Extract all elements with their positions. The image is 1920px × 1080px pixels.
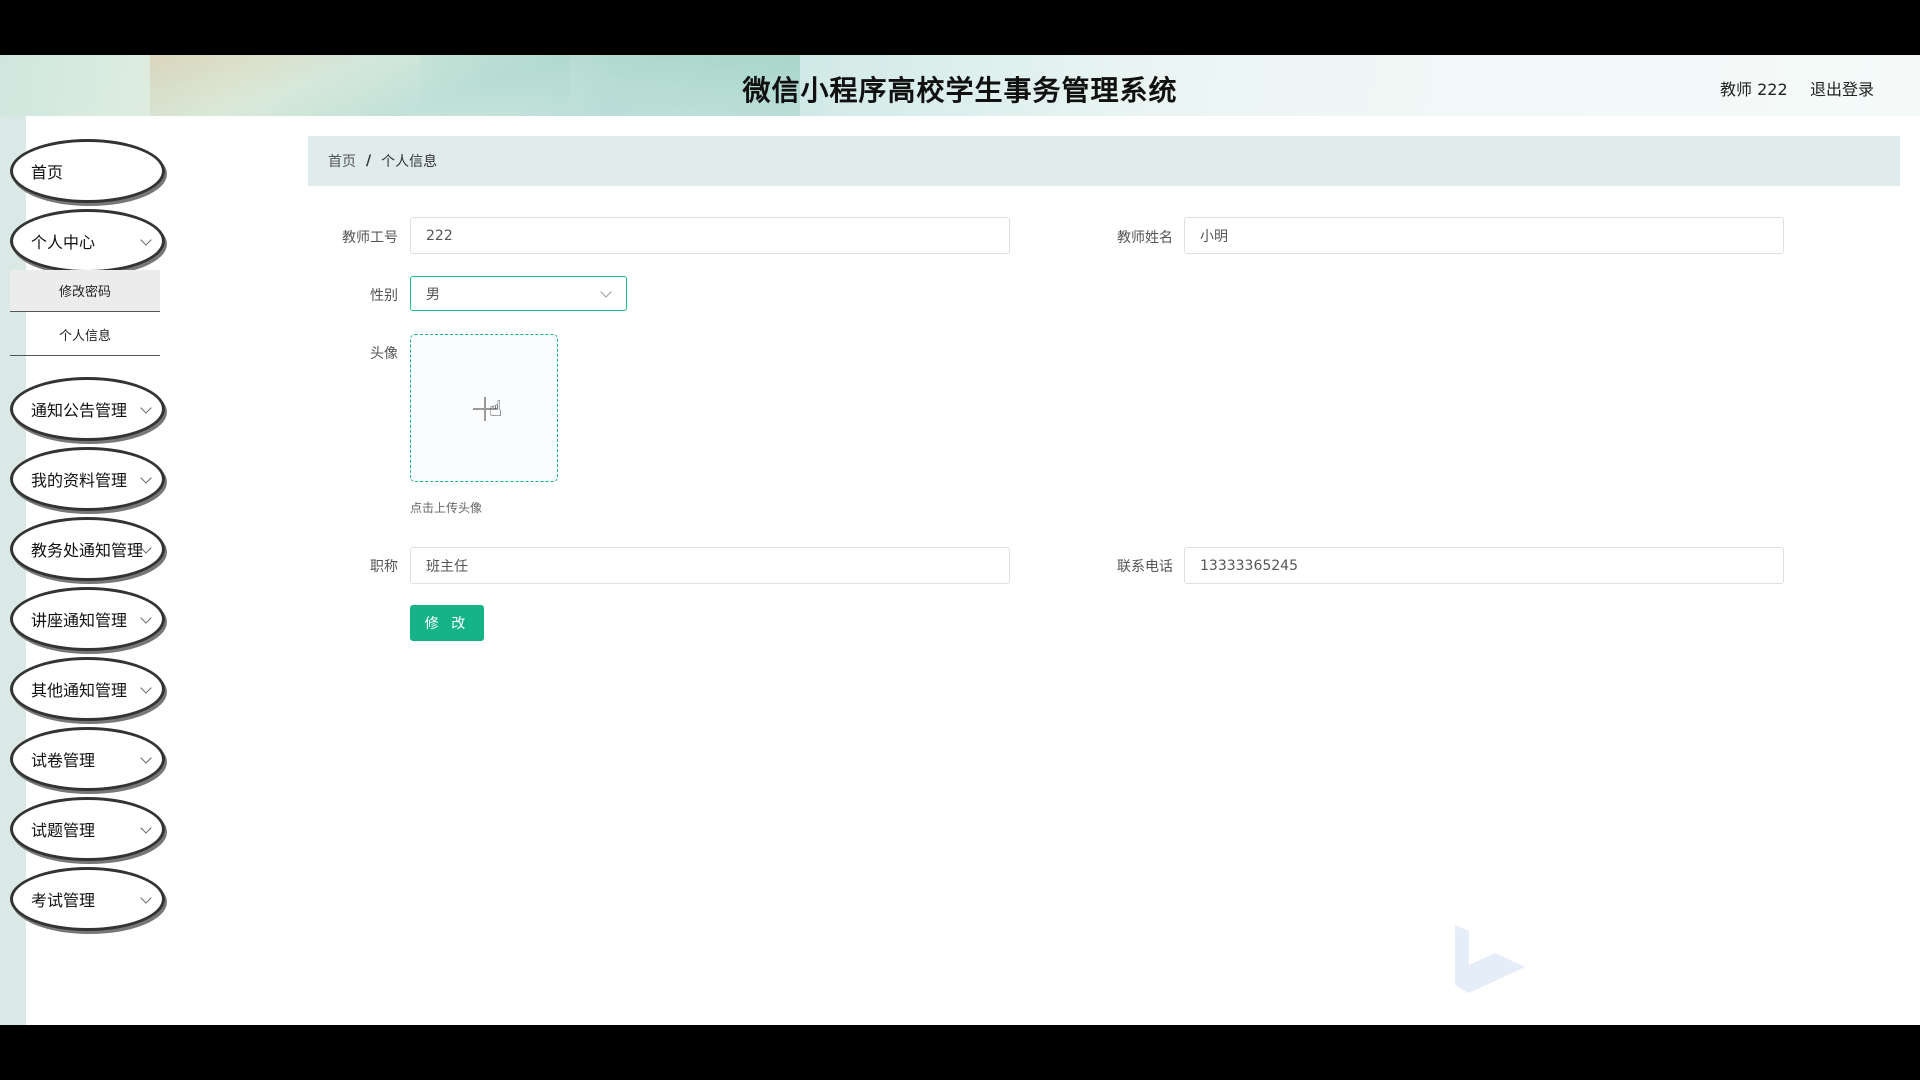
breadcrumb-home[interactable]: 首页 bbox=[328, 151, 356, 171]
sidebar-item-label: 教务处通知管理 bbox=[31, 541, 144, 560]
sidebar-item-questions[interactable]: 试题管理 bbox=[10, 797, 165, 861]
breadcrumb-current: 个人信息 bbox=[381, 154, 438, 170]
current-user: 教师 222 bbox=[1720, 80, 1788, 99]
bing-logo-icon bbox=[1455, 925, 1525, 993]
pointer-cursor-icon: ☝ bbox=[489, 397, 503, 422]
sidebar-item-label: 考试管理 bbox=[31, 891, 96, 910]
sidebar-item-label: 我的资料管理 bbox=[31, 471, 128, 490]
teacher-name-label: 教师姓名 bbox=[1117, 230, 1173, 246]
submenu-change-password[interactable]: 修改密码 bbox=[10, 270, 160, 312]
sidebar-item-home[interactable]: 首页 bbox=[10, 139, 165, 203]
sidebar-item-label: 个人中心 bbox=[31, 233, 96, 252]
top-header: 微信小程序高校学生事务管理系统 教师 222 退出登录 bbox=[0, 55, 1920, 116]
avatar-upload[interactable]: ☝ bbox=[410, 334, 558, 482]
sidebar-item-exams[interactable]: 考试管理 bbox=[10, 867, 165, 931]
app-title: 微信小程序高校学生事务管理系统 bbox=[742, 74, 1178, 107]
chevron-down-icon bbox=[140, 892, 152, 904]
gender-label: 性别 bbox=[370, 288, 398, 304]
sidebar-item-label: 讲座通知管理 bbox=[31, 611, 128, 630]
breadcrumb-separator: / bbox=[366, 153, 372, 169]
chevron-down-icon bbox=[140, 402, 152, 414]
submenu-personal-info[interactable]: 个人信息 bbox=[10, 314, 160, 356]
submit-button[interactable]: 修 改 bbox=[410, 605, 484, 641]
sidebar-item-my-materials[interactable]: 我的资料管理 bbox=[10, 447, 165, 511]
teacher-name-field[interactable]: 小明 bbox=[1184, 217, 1784, 254]
phone-label: 联系电话 bbox=[1117, 559, 1173, 575]
avatar-upload-hint: 点击上传头像 bbox=[410, 501, 483, 515]
gender-value: 男 bbox=[426, 286, 440, 303]
chevron-down-icon bbox=[140, 612, 152, 624]
logout-link[interactable]: 退出登录 bbox=[1810, 76, 1874, 100]
avatar-label: 头像 bbox=[370, 346, 398, 362]
chevron-down-icon bbox=[140, 752, 152, 764]
chevron-down-icon bbox=[600, 286, 612, 298]
sidebar-item-label: 试卷管理 bbox=[31, 751, 96, 770]
sidebar-item-academic-notice[interactable]: 教务处通知管理 bbox=[10, 517, 165, 581]
job-title-label: 职称 bbox=[370, 559, 398, 575]
sidebar-item-personal-center[interactable]: 个人中心 bbox=[10, 209, 165, 273]
sidebar-item-label: 首页 bbox=[31, 163, 64, 182]
sidebar-item-lecture-notice[interactable]: 讲座通知管理 bbox=[10, 587, 165, 651]
sidebar-item-label: 通知公告管理 bbox=[31, 401, 128, 420]
teacher-id-field[interactable]: 222 bbox=[410, 217, 1010, 254]
teacher-id-label: 教师工号 bbox=[342, 230, 398, 246]
plus-icon-vertical bbox=[484, 397, 486, 421]
app-screen: 微信小程序高校学生事务管理系统 教师 222 退出登录 首页 个人中心 修改密码… bbox=[0, 55, 1920, 1025]
gender-select[interactable]: 男 bbox=[410, 276, 627, 311]
breadcrumb: 首页 / 个人信息 bbox=[308, 136, 1900, 186]
sidebar-item-label: 试题管理 bbox=[31, 821, 96, 840]
chevron-down-icon bbox=[140, 682, 152, 694]
chevron-down-icon bbox=[140, 822, 152, 834]
sidebar-item-label: 其他通知管理 bbox=[31, 681, 128, 700]
chevron-down-icon bbox=[140, 234, 152, 246]
chevron-down-icon bbox=[140, 472, 152, 484]
phone-field[interactable]: 13333365245 bbox=[1184, 547, 1784, 584]
sidebar-item-notice[interactable]: 通知公告管理 bbox=[10, 377, 165, 441]
sidebar-item-exam-papers[interactable]: 试卷管理 bbox=[10, 727, 165, 791]
job-title-field[interactable]: 班主任 bbox=[410, 547, 1010, 584]
sidebar-item-other-notice[interactable]: 其他通知管理 bbox=[10, 657, 165, 721]
